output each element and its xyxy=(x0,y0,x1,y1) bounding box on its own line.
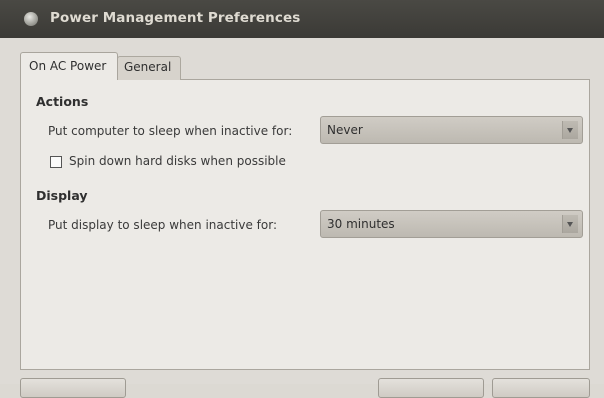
power-management-window: Power Management Preferences On AC Power… xyxy=(0,0,604,398)
spin-down-checkbox[interactable] xyxy=(50,156,62,168)
display-sleep-label: Put display to sleep when inactive for: xyxy=(48,218,278,232)
help-button[interactable] xyxy=(20,378,126,398)
spin-down-label: Spin down hard disks when possible xyxy=(69,154,286,168)
dropdown-arrow-icon xyxy=(562,215,578,233)
display-sleep-value: 30 minutes xyxy=(327,217,395,231)
window-title: Power Management Preferences xyxy=(50,10,301,26)
display-sleep-dropdown[interactable]: 30 minutes xyxy=(320,210,583,238)
tab-on-ac-power[interactable]: On AC Power xyxy=(20,52,118,80)
actions-heading: Actions xyxy=(36,94,89,109)
computer-sleep-label: Put computer to sleep when inactive for: xyxy=(48,124,293,138)
display-heading: Display xyxy=(36,188,88,203)
close-button[interactable] xyxy=(492,378,590,398)
power-icon xyxy=(24,12,38,26)
title-bar[interactable]: Power Management Preferences xyxy=(0,0,604,38)
make-default-button[interactable] xyxy=(378,378,484,398)
computer-sleep-value: Never xyxy=(327,123,363,137)
computer-sleep-dropdown[interactable]: Never xyxy=(320,116,583,144)
dropdown-arrow-icon xyxy=(562,121,578,139)
tab-general[interactable]: General xyxy=(117,56,181,80)
